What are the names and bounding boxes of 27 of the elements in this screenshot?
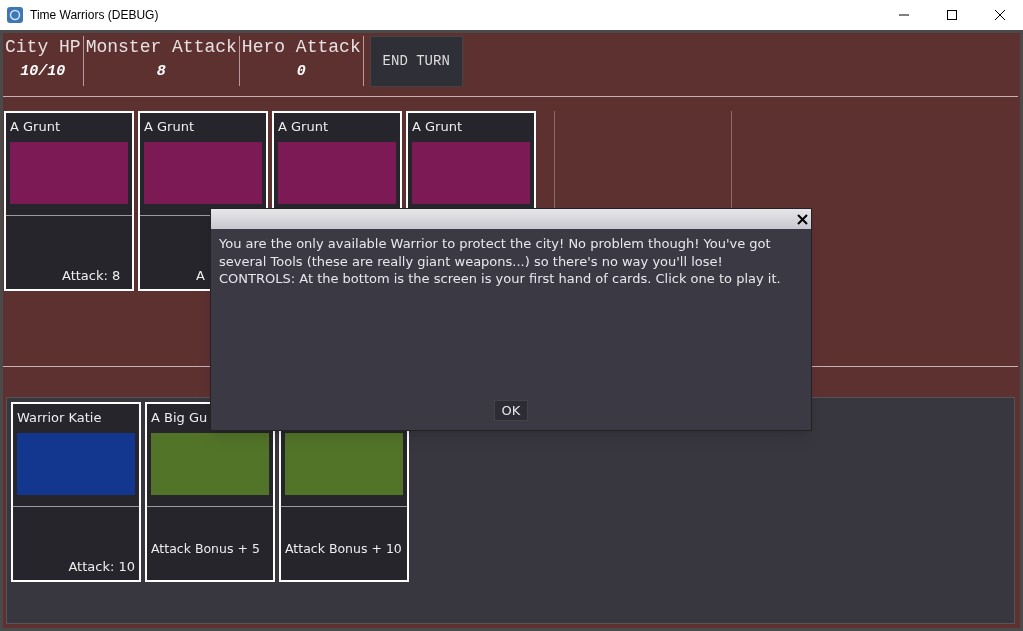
card-title: Warrior Katie <box>17 410 102 425</box>
stat-value: 0 <box>296 62 306 82</box>
stat-value: 8 <box>156 62 166 82</box>
attack-value: Attack: 8 <box>62 266 121 285</box>
end-turn-button[interactable]: END TURN <box>369 36 463 87</box>
stat-label: Monster Attack <box>85 36 237 58</box>
card-title: A Grunt <box>10 119 61 134</box>
attack-value: Attack: 10 <box>68 557 135 576</box>
card[interactable]: A Grunt Attack: 8 <box>4 111 134 291</box>
attack-value: A <box>196 266 205 285</box>
card-title: A Big Gu <box>151 410 208 425</box>
stat-label: Hero Attack <box>241 36 361 58</box>
card-title: A Grunt <box>144 119 195 134</box>
close-icon[interactable] <box>797 213 808 225</box>
card[interactable]: Warrior Katie Attack: 10 <box>11 402 141 582</box>
app-icon <box>7 7 23 23</box>
stat-value: 10/10 <box>20 62 66 82</box>
card-title: A Grunt <box>412 119 463 134</box>
attack-bonus: Attack Bonus + 5 <box>151 540 260 559</box>
maximize-icon[interactable] <box>946 9 958 21</box>
card[interactable]: A Big Gu Attack Bonus + 5 <box>145 402 275 582</box>
window-title: Time Warriors (DEBUG) <box>30 7 159 24</box>
attack-bonus: Attack Bonus + 10 <box>285 540 402 559</box>
ok-button[interactable]: OK <box>493 400 529 421</box>
card-title: A Grunt <box>278 119 329 134</box>
stat-label: City HP <box>5 36 81 58</box>
close-icon[interactable] <box>994 9 1006 21</box>
